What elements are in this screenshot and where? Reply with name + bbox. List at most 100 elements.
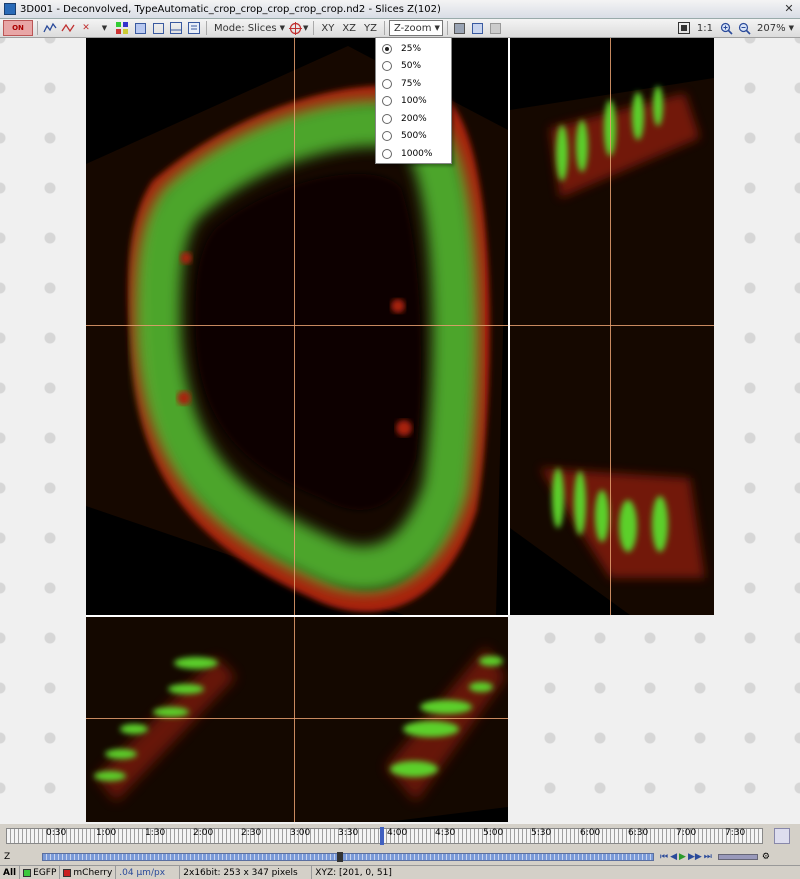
timeline-tick-label: 7:00 bbox=[676, 828, 697, 838]
zzoom-option-100[interactable]: 100% bbox=[376, 93, 451, 111]
chevron-down-icon: ▼ bbox=[434, 24, 440, 32]
view-xz-button[interactable]: XZ bbox=[339, 20, 359, 36]
zzoom-label: Z-zoom bbox=[393, 22, 432, 34]
crosshair-horizontal-xz[interactable] bbox=[86, 718, 508, 719]
zzoom-option-200[interactable]: 200% bbox=[376, 110, 451, 128]
z-slider-thumb[interactable] bbox=[337, 852, 343, 862]
panel-divider-vertical bbox=[508, 38, 510, 615]
on-toggle-button[interactable]: ON bbox=[3, 20, 33, 36]
close-icon[interactable]: ✕ bbox=[782, 2, 796, 16]
time-timeline: 0:30 1:00 1:30 2:00 2:30 3:00 3:30 4:00 … bbox=[0, 824, 800, 849]
disabled-view-icon bbox=[488, 20, 504, 36]
zzoom-option-label: 1000% bbox=[401, 148, 433, 159]
timeline-settings-icon[interactable] bbox=[774, 828, 790, 844]
mode-dropdown[interactable]: Mode: Slices ▼ bbox=[211, 20, 286, 36]
zoom-in-icon[interactable] bbox=[718, 20, 734, 36]
step-back-icon[interactable]: ◀ bbox=[670, 852, 677, 862]
toolbar-separator bbox=[206, 21, 207, 35]
zzoom-option-25[interactable]: 25% bbox=[376, 40, 451, 58]
layout-icon[interactable] bbox=[168, 20, 184, 36]
crosshair-vertical[interactable] bbox=[294, 38, 295, 615]
skip-forward-icon[interactable]: ⏭ bbox=[704, 852, 712, 862]
radio-icon bbox=[382, 78, 392, 89]
crosshair-horizontal-yz[interactable] bbox=[510, 325, 714, 326]
zzoom-option-75[interactable]: 75% bbox=[376, 75, 451, 93]
play-icon[interactable]: ▶ bbox=[679, 852, 686, 862]
zzoom-option-label: 200% bbox=[401, 113, 427, 124]
step-forward-icon[interactable]: ▶▶ bbox=[688, 852, 702, 862]
crosshair-vertical-yz[interactable] bbox=[610, 38, 611, 615]
timeline-tick-label: 4:00 bbox=[387, 828, 408, 838]
zzoom-option-50[interactable]: 50% bbox=[376, 58, 451, 76]
toolbar-separator bbox=[37, 21, 38, 35]
export-icon[interactable] bbox=[186, 20, 202, 36]
timeline-tick-label: 3:30 bbox=[338, 828, 359, 838]
radio-selected-dot bbox=[385, 46, 389, 51]
toolbar-separator bbox=[313, 21, 315, 35]
on-toggle-label: ON bbox=[12, 24, 24, 32]
profile-icon[interactable] bbox=[42, 20, 58, 36]
crosshair-vertical-xz[interactable] bbox=[294, 617, 295, 822]
z-slider-bar: Z ⏮ ◀ ▶ ▶▶ ⏭ ⚙ bbox=[0, 849, 800, 865]
skip-back-icon[interactable]: ⏮ bbox=[660, 852, 668, 862]
zzoom-menu: 25% 50% 75% 100% 200% 500% 1000% bbox=[375, 37, 452, 164]
zzoom-option-label: 75% bbox=[401, 78, 422, 89]
save-view-icon[interactable] bbox=[470, 20, 486, 36]
chevron-down-icon: ▼ bbox=[279, 24, 285, 32]
line-profile-icon[interactable] bbox=[60, 20, 76, 36]
scale-value: .04 µm/px bbox=[119, 867, 166, 878]
remove-measurement-icon[interactable]: ✕ bbox=[78, 20, 94, 36]
z-label: Z bbox=[4, 852, 11, 862]
toolbar-separator bbox=[446, 21, 448, 35]
zzoom-option-500[interactable]: 500% bbox=[376, 128, 451, 146]
timeline-tick-label: 2:30 bbox=[241, 828, 262, 838]
radio-icon bbox=[382, 43, 392, 54]
window-title: 3D001 - Deconvolved, TypeAutomatic_crop_… bbox=[20, 3, 441, 15]
timeline-tick-label: 5:00 bbox=[483, 828, 504, 838]
timeline-tick-label: 4:30 bbox=[435, 828, 456, 838]
speed-slider[interactable] bbox=[717, 854, 758, 860]
playback-settings-icon[interactable]: ⚙ bbox=[762, 852, 770, 862]
crosshair-dropdown[interactable]: ▼ bbox=[288, 20, 309, 36]
square-view-icon[interactable] bbox=[132, 20, 148, 36]
z-slider-track[interactable] bbox=[42, 852, 654, 862]
timeline-tick-label: 6:30 bbox=[628, 828, 649, 838]
zoom-controls: 1:1 207% ▼ bbox=[675, 20, 796, 36]
channel-tab-mcherry[interactable]: mCherry bbox=[60, 865, 117, 879]
channel-mcherry-label: mCherry bbox=[73, 867, 113, 878]
xz-slice-view[interactable] bbox=[86, 617, 508, 822]
radio-icon bbox=[382, 131, 392, 142]
timeline-tick-label: 6:00 bbox=[580, 828, 601, 838]
timeline-tick-label: 5:30 bbox=[531, 828, 552, 838]
radio-icon bbox=[382, 96, 392, 107]
snapshot-icon[interactable] bbox=[452, 20, 468, 36]
title-bar: 3D001 - Deconvolved, TypeAutomatic_crop_… bbox=[0, 0, 800, 19]
channel-tab-egfp[interactable]: EGFP bbox=[20, 865, 61, 879]
actual-size-button[interactable]: 1:1 bbox=[694, 20, 716, 36]
viewer-toolbar: ON ✕ ▼ Mode: Slices ▼ ▼ XY XZ YZ Z-zoom ▼ … bbox=[0, 19, 800, 38]
zzoom-option-label: 50% bbox=[401, 61, 422, 72]
timeline-tick-label: 1:30 bbox=[145, 828, 166, 838]
zzoom-option-1000[interactable]: 1000% bbox=[376, 145, 451, 163]
view-xy-button[interactable]: XY bbox=[318, 20, 337, 36]
timeline-tick-label: 3:00 bbox=[290, 828, 311, 838]
timeline-tick-label: 0:30 bbox=[46, 828, 67, 838]
ratio-label: 1:1 bbox=[696, 22, 714, 34]
bitdepth-value: 2x16bit: 253 x 347 pixels bbox=[183, 867, 298, 878]
yz-slice-view[interactable] bbox=[510, 38, 714, 615]
crosshair-horizontal[interactable] bbox=[86, 325, 508, 326]
zzoom-dropdown[interactable]: Z-zoom ▼ bbox=[388, 20, 443, 36]
timeline-tick-label: 1:00 bbox=[96, 828, 117, 838]
channel-tab-all[interactable]: All bbox=[0, 865, 21, 879]
zoom-level-dropdown[interactable]: 207% ▼ bbox=[754, 20, 795, 36]
radio-icon bbox=[382, 148, 392, 159]
zoom-out-icon[interactable] bbox=[736, 20, 752, 36]
fit-to-window-icon[interactable] bbox=[676, 20, 692, 36]
grid-icon[interactable] bbox=[114, 20, 130, 36]
timeline-track[interactable] bbox=[6, 828, 763, 844]
chevron-down-icon[interactable]: ▼ bbox=[96, 20, 112, 36]
view-yz-button[interactable]: YZ bbox=[361, 20, 380, 36]
playback-controls: ⏮ ◀ ▶ ▶▶ ⏭ bbox=[660, 852, 712, 862]
frame-view-icon[interactable] bbox=[150, 20, 166, 36]
timeline-current-marker[interactable] bbox=[380, 827, 384, 845]
